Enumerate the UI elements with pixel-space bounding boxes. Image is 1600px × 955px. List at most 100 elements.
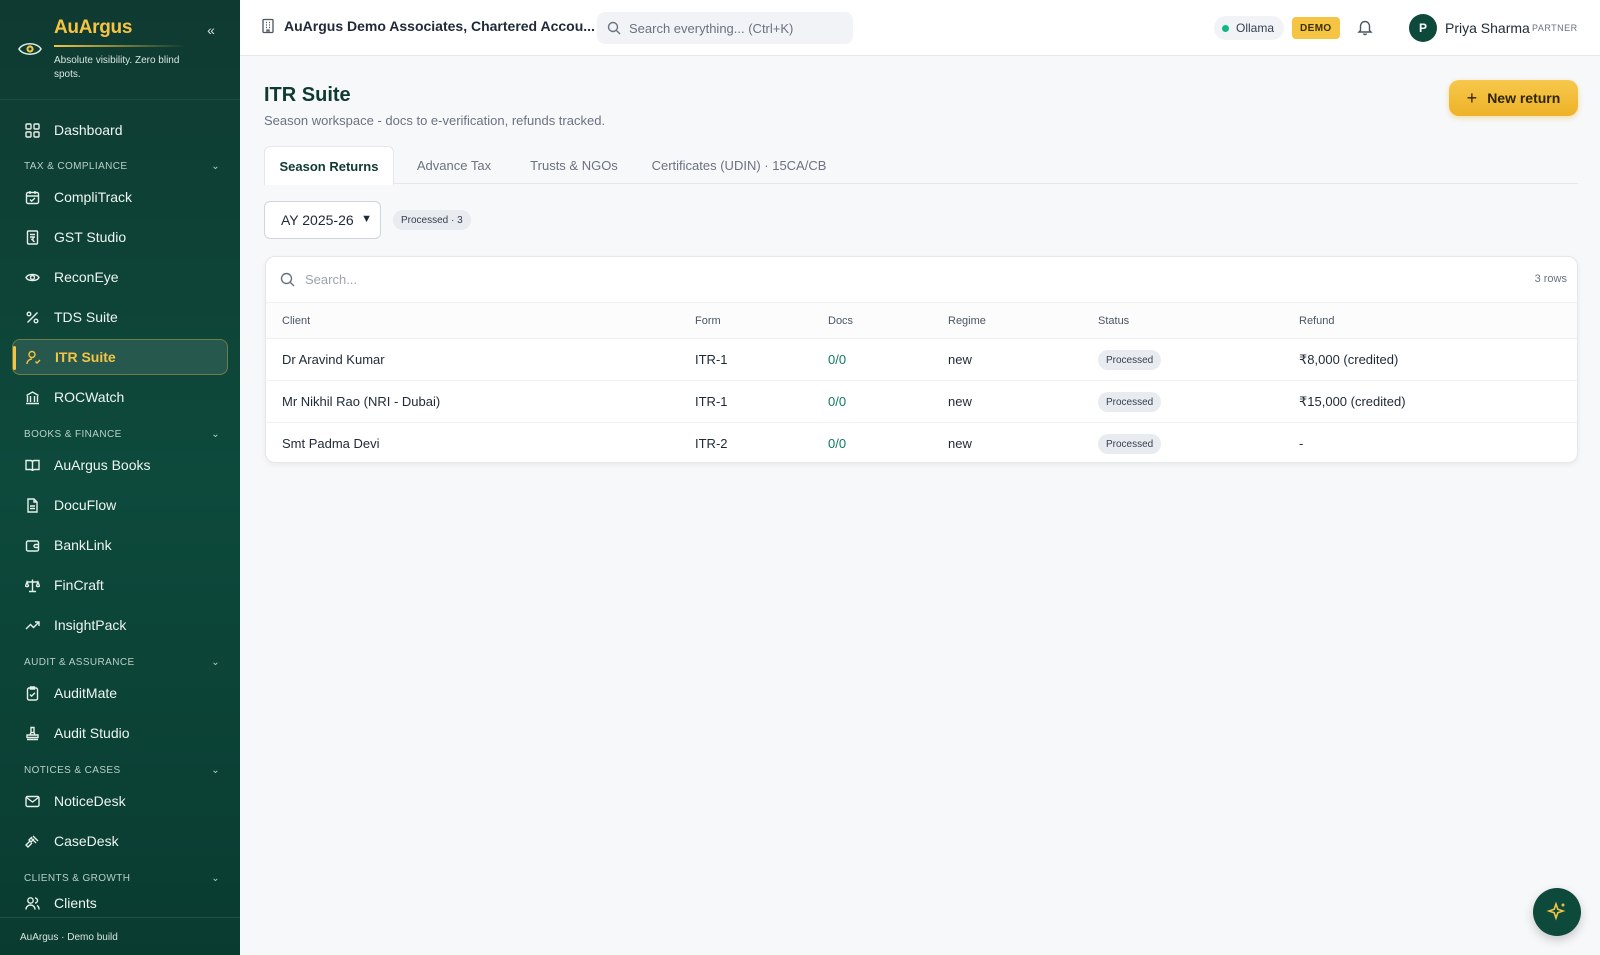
- chevron-down-icon: ▼: [361, 213, 372, 225]
- new-return-button[interactable]: + New return: [1449, 80, 1578, 116]
- sidebar-item-rocwatch[interactable]: ROCWatch: [12, 379, 228, 415]
- table-row[interactable]: Mr Nikhil Rao (NRI - Dubai) ITR-1 0/0 ne…: [266, 381, 1577, 423]
- sidebar-item-noticedesk[interactable]: NoticeDesk: [12, 783, 228, 819]
- sidebar-item-banklink[interactable]: BankLink: [12, 527, 228, 563]
- sidebar-item-docuflow[interactable]: DocuFlow: [12, 487, 228, 523]
- sidebar-item-complitrack[interactable]: CompliTrack: [12, 179, 228, 215]
- tab-certificates[interactable]: Certificates (UDIN) · 15CA/CB: [642, 146, 836, 184]
- calendar-check-icon: [24, 189, 40, 205]
- search-icon: [607, 21, 621, 35]
- sidebar-item-fincraft[interactable]: FinCraft: [12, 567, 228, 603]
- table-search-input[interactable]: Search... 3 rows: [266, 257, 1577, 303]
- sidebar-item-itr-suite[interactable]: ITR Suite: [12, 339, 228, 375]
- cell-client: Dr Aravind Kumar: [282, 352, 385, 367]
- ollama-status[interactable]: Ollama: [1214, 16, 1285, 40]
- global-search-placeholder: Search everything... (Ctrl+K): [629, 20, 794, 36]
- brand-tagline: Absolute visibility. Zero blind spots.: [54, 55, 180, 80]
- cell-docs[interactable]: 0/0: [828, 436, 846, 451]
- users-icon: [24, 895, 40, 911]
- chevron-down-icon: ⌄: [211, 873, 220, 884]
- section-books-finance[interactable]: BOOKS & FINANCE ⌄: [24, 429, 220, 440]
- avatar[interactable]: P: [1409, 14, 1437, 42]
- sidebar-item-label: DocuFlow: [54, 497, 117, 513]
- sidebar-item-label: Dashboard: [54, 122, 123, 138]
- tab-bar: Season Returns Advance Tax Trusts & NGOs…: [264, 146, 1578, 185]
- status-badge: Processed: [1098, 392, 1162, 412]
- tab-advance-tax[interactable]: Advance Tax: [402, 146, 506, 184]
- section-label: CLIENTS & GROWTH: [24, 873, 131, 884]
- section-tax-compliance[interactable]: TAX & COMPLIANCE ⌄: [24, 161, 220, 172]
- status-badge: Processed: [1098, 434, 1162, 454]
- user-role: PARTNER: [1532, 23, 1578, 33]
- global-search-input[interactable]: Search everything... (Ctrl+K): [597, 12, 853, 44]
- section-label: AUDIT & ASSURANCE: [24, 657, 135, 668]
- bank-icon: [24, 389, 40, 405]
- new-return-label: New return: [1487, 90, 1561, 106]
- brand-underline: [54, 45, 186, 47]
- ai-assistant-button[interactable]: [1533, 888, 1581, 936]
- sidebar-item-auargus-books[interactable]: AuArgus Books: [12, 447, 228, 483]
- tab-trusts-ngos[interactable]: Trusts & NGOs: [514, 146, 634, 184]
- sidebar-item-clients[interactable]: Clients: [12, 890, 228, 916]
- wallet-icon: [24, 537, 40, 553]
- section-clients-growth[interactable]: CLIENTS & GROWTH ⌄: [24, 873, 220, 884]
- table-search-placeholder: Search...: [305, 272, 358, 287]
- column-header-refund[interactable]: Refund: [1299, 315, 1334, 327]
- section-audit-assurance[interactable]: AUDIT & ASSURANCE ⌄: [24, 657, 220, 668]
- sidebar-item-label: Clients: [54, 895, 97, 911]
- collapse-sidebar-icon[interactable]: «: [202, 22, 220, 40]
- returns-table: Search... 3 rows Client Form Docs Regime…: [265, 256, 1578, 463]
- org-switcher[interactable]: AuArgus Demo Associates, Chartered Accou…: [260, 18, 595, 34]
- user-name[interactable]: Priya Sharma: [1445, 20, 1530, 36]
- column-header-docs[interactable]: Docs: [828, 315, 853, 327]
- sidebar-item-dashboard[interactable]: Dashboard: [12, 112, 228, 148]
- table-row[interactable]: Smt Padma Devi ITR-2 0/0 new Processed -: [266, 423, 1577, 462]
- cell-form: ITR-1: [695, 352, 728, 367]
- sidebar-item-insightpack[interactable]: InsightPack: [12, 607, 228, 643]
- user-check-icon: [25, 349, 41, 365]
- cell-client: Smt Padma Devi: [282, 436, 380, 451]
- section-notices-cases[interactable]: NOTICES & CASES ⌄: [24, 765, 220, 776]
- cell-refund: ₹8,000 (credited): [1299, 352, 1399, 367]
- sidebar-item-auditmate[interactable]: AuditMate: [12, 675, 228, 711]
- sidebar: AuArgus Absolute visibility. Zero blind …: [0, 0, 240, 955]
- clipboard-check-icon: [24, 685, 40, 701]
- sidebar-item-label: InsightPack: [54, 617, 127, 633]
- eye-logo-icon: [18, 42, 42, 56]
- demo-badge: DEMO: [1292, 17, 1340, 39]
- column-header-status[interactable]: Status: [1098, 315, 1129, 327]
- sidebar-item-label: CaseDesk: [54, 833, 119, 849]
- sidebar-item-label: TDS Suite: [54, 309, 118, 325]
- sidebar-item-gst-studio[interactable]: GST Studio: [12, 219, 228, 255]
- ollama-label: Ollama: [1236, 21, 1275, 35]
- bell-icon[interactable]: [1356, 18, 1374, 36]
- plus-icon: +: [1466, 87, 1478, 108]
- brand-block: AuArgus Absolute visibility. Zero blind …: [0, 0, 240, 100]
- table-row[interactable]: Dr Aravind Kumar ITR-1 0/0 new Processed…: [266, 339, 1577, 381]
- grid-icon: [24, 122, 40, 138]
- processed-count-chip: Processed · 3: [393, 210, 471, 230]
- column-header-client[interactable]: Client: [282, 315, 310, 327]
- assessment-year-select[interactable]: AY 2025-26 ▼: [264, 201, 381, 239]
- sidebar-item-label: AuditMate: [54, 685, 118, 701]
- tab-season-returns[interactable]: Season Returns: [264, 146, 394, 185]
- sidebar-item-reconeye[interactable]: ReconEye: [12, 259, 228, 295]
- assessment-year-value: AY 2025-26: [281, 212, 354, 228]
- sidebar-item-label: GST Studio: [54, 229, 127, 245]
- cell-docs[interactable]: 0/0: [828, 352, 846, 367]
- chevron-down-icon: ⌄: [211, 765, 220, 776]
- cell-docs[interactable]: 0/0: [828, 394, 846, 409]
- sidebar-item-casedesk[interactable]: CaseDesk: [12, 823, 228, 859]
- cell-client: Mr Nikhil Rao (NRI - Dubai): [282, 394, 441, 409]
- sidebar-item-label: Audit Studio: [54, 725, 130, 741]
- sidebar-item-audit-studio[interactable]: Audit Studio: [12, 715, 228, 751]
- column-header-form[interactable]: Form: [695, 315, 721, 327]
- mail-icon: [24, 793, 40, 809]
- cell-regime: new: [948, 394, 972, 409]
- sidebar-item-tds-suite[interactable]: TDS Suite: [12, 299, 228, 335]
- page-title: ITR Suite: [264, 84, 351, 106]
- book-open-icon: [24, 457, 40, 473]
- column-header-regime[interactable]: Regime: [948, 315, 986, 327]
- section-label: BOOKS & FINANCE: [24, 429, 122, 440]
- cell-form: ITR-2: [695, 436, 728, 451]
